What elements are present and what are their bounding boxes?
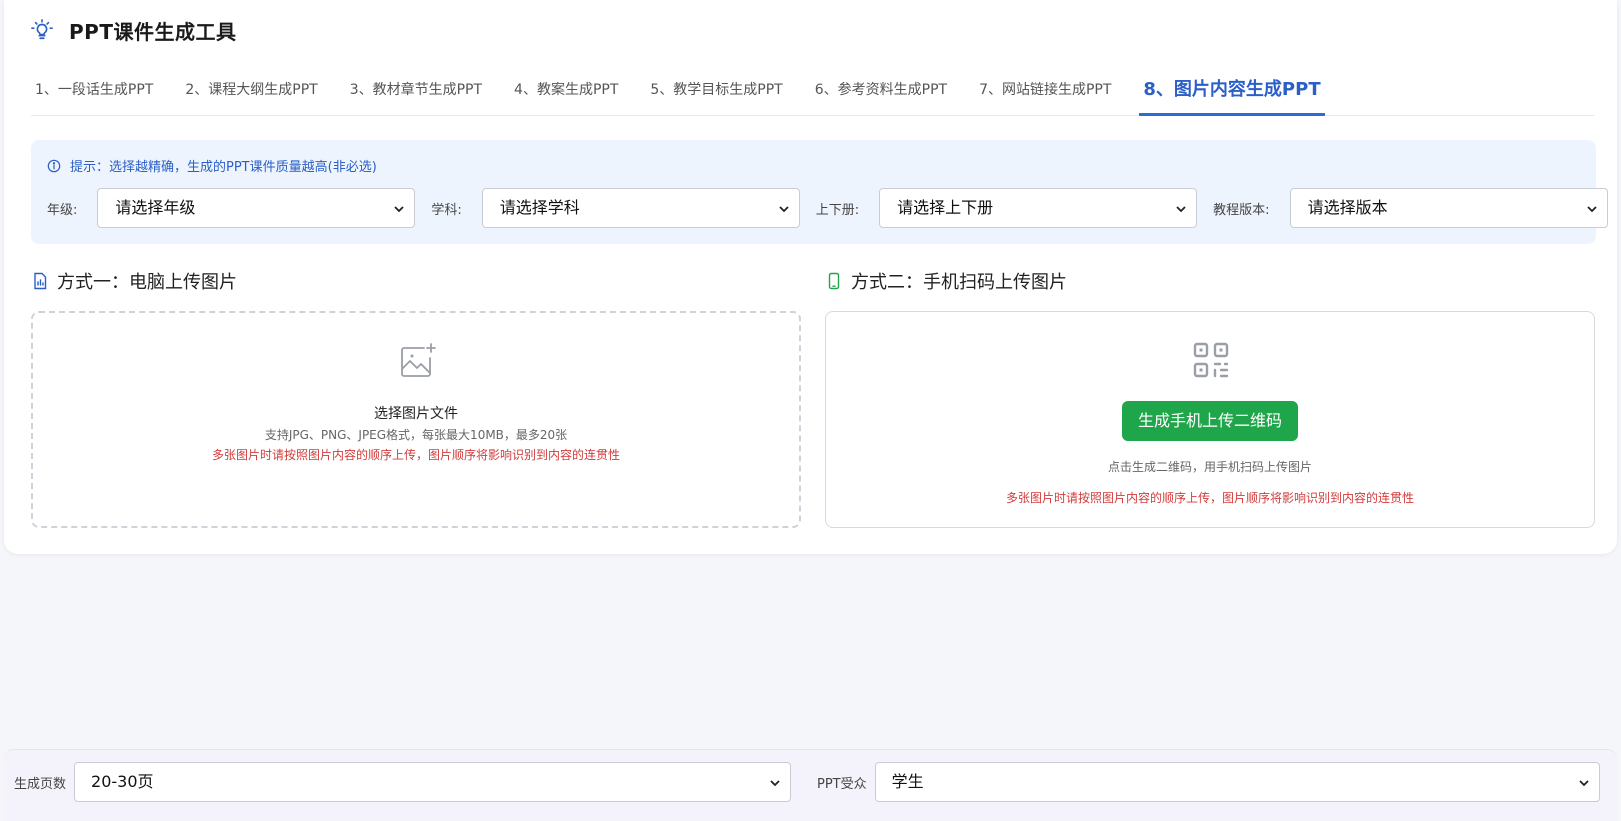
image-add-icon (398, 341, 438, 381)
main-card: PPT课件生成工具 1、一段话生成PPT 2、课程大纲生成PPT 3、教材章节生… (4, 0, 1617, 554)
subject-label: 学科: (431, 202, 462, 218)
qr-instructions: 点击生成二维码，用手机扫码上传图片 (1107, 460, 1312, 474)
chevron-down-icon (393, 203, 405, 215)
chevron-down-icon (1586, 203, 1598, 215)
pages-field: 生成页数 20-30页 (14, 762, 792, 802)
tab-website-link[interactable]: 7、网站链接生成PPT (975, 72, 1115, 116)
upload-format-note: 支持JPG、PNG、JPEG格式，每张最大10MB，最多20张 (264, 428, 568, 442)
volume-value: 请选择上下册 (897, 198, 994, 217)
edition-filter: 教程版本: 请选择版本 (1213, 188, 1608, 228)
subject-select[interactable]: 请选择学科 (481, 188, 800, 228)
method2-title-text: 方式二：手机扫码上传图片 (851, 272, 1067, 293)
pages-select[interactable]: 20-30页 (74, 762, 792, 802)
tab-bar: 1、一段话生成PPT 2、课程大纲生成PPT 3、教材章节生成PPT 4、教案生… (31, 72, 1594, 116)
info-icon (47, 159, 61, 173)
tab-one-sentence[interactable]: 1、一段话生成PPT (31, 72, 157, 116)
qr-code-icon (1192, 341, 1230, 379)
pages-label: 生成页数 (14, 776, 67, 792)
subject-value: 请选择学科 (499, 198, 580, 217)
tab-reference[interactable]: 6、参考资料生成PPT (811, 72, 951, 116)
generate-qr-button[interactable]: 生成手机上传二维码 (1122, 401, 1298, 441)
subject-filter: 学科: 请选择学科 (431, 188, 800, 228)
audience-value: 学生 (891, 772, 924, 791)
filter-row: 年级: 请选择年级 学科: 请选择学科 上下册: 请选择上下册 教程版本: 请选… (47, 188, 1621, 228)
grade-value: 请选择年级 (115, 198, 196, 217)
upload-title: 选择图片文件 (374, 406, 458, 422)
chevron-down-icon (778, 203, 790, 215)
method1-title-text: 方式一：电脑上传图片 (57, 272, 237, 293)
upload-order-warning: 多张图片时请按照图片内容的顺序上传，图片顺序将影响识别到内容的连贯性 (211, 448, 620, 462)
app-title: PPT课件生成工具 (69, 19, 237, 44)
volume-filter: 上下册: 请选择上下册 (815, 188, 1198, 228)
tab-textbook-chapter[interactable]: 3、教材章节生成PPT (346, 72, 486, 116)
qr-order-warning: 多张图片时请按照图片内容的顺序上传，图片顺序将影响识别到内容的连贯性 (1005, 491, 1414, 505)
volume-select[interactable]: 请选择上下册 (879, 188, 1198, 228)
bottom-settings-bar: 生成页数 20-30页 PPT受众 学生 (4, 749, 1617, 821)
image-upload-dropzone[interactable]: 选择图片文件 支持JPG、PNG、JPEG格式，每张最大10MB，最多20张 多… (31, 311, 801, 528)
method2-title: 方式二：手机扫码上传图片 (825, 268, 1067, 294)
audience-label: PPT受众 (817, 776, 867, 792)
tab-teaching-goal[interactable]: 5、教学目标生成PPT (646, 72, 786, 116)
qr-upload-panel: 生成手机上传二维码 点击生成二维码，用手机扫码上传图片 多张图片时请按照图片内容… (825, 311, 1595, 528)
lightbulb-icon (31, 19, 53, 41)
grade-label: 年级: (47, 202, 78, 218)
app-header: PPT课件生成工具 (31, 16, 236, 44)
audience-select[interactable]: 学生 (874, 762, 1600, 802)
hint-text: 提示：选择越精确，生成的PPT课件质量越高(非必选) (70, 160, 377, 175)
chevron-down-icon (1175, 203, 1187, 215)
grade-select[interactable]: 请选择年级 (97, 188, 416, 228)
mobile-icon (825, 272, 843, 290)
chevron-down-icon (769, 777, 781, 789)
pages-value: 20-30页 (91, 772, 154, 791)
edition-select[interactable]: 请选择版本 (1289, 188, 1608, 228)
method1-title: 方式一：电脑上传图片 (31, 268, 237, 294)
edition-value: 请选择版本 (1307, 198, 1388, 217)
tab-lesson-plan[interactable]: 4、教案生成PPT (510, 72, 622, 116)
hint-panel: 提示：选择越精确，生成的PPT课件质量越高(非必选) 年级: 请选择年级 学科:… (31, 140, 1608, 244)
hint-line: 提示：选择越精确，生成的PPT课件质量越高(非必选) (47, 156, 377, 175)
volume-label: 上下册: (815, 202, 860, 218)
grade-filter: 年级: 请选择年级 (47, 188, 416, 228)
tab-course-outline[interactable]: 2、课程大纲生成PPT (181, 72, 321, 116)
tab-image-content[interactable]: 8、图片内容生成PPT (1139, 72, 1325, 116)
edition-label: 教程版本: (1213, 202, 1270, 218)
document-chart-icon (31, 272, 49, 290)
chevron-down-icon (1578, 777, 1590, 789)
audience-field: PPT受众 学生 (817, 762, 1600, 802)
